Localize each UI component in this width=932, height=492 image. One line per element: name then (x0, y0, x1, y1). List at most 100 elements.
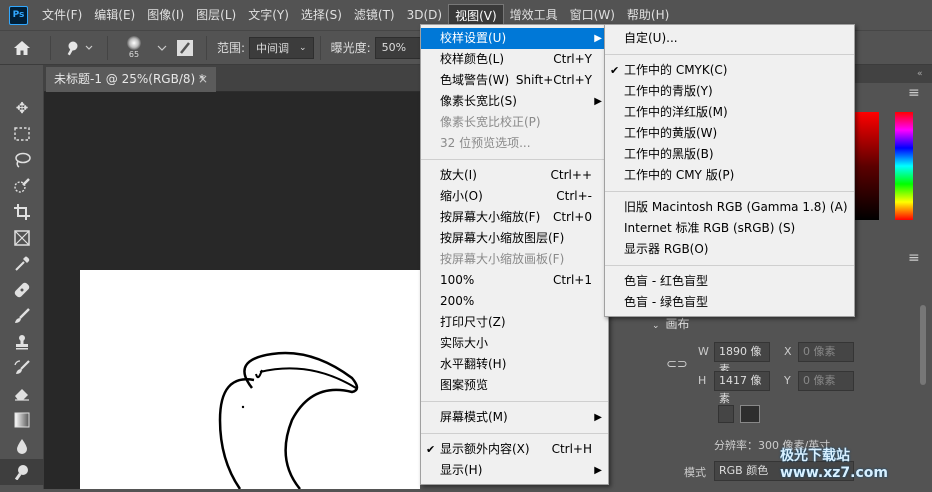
menu-select[interactable]: 选择(S) (295, 4, 348, 26)
panel-menu-icon[interactable]: ≡ (908, 85, 920, 101)
proof-submenu-item[interactable]: 工作中的 CMY 版(P) (605, 165, 854, 186)
proof-submenu-item-label: 工作中的洋红版(M) (624, 105, 728, 119)
view-menu-item: 按屏幕大小缩放画板(F) (421, 249, 608, 270)
brush-size-picker[interactable]: 65 (114, 36, 154, 60)
view-menu-item[interactable]: 放大(I) Ctrl++ (421, 165, 608, 186)
y-label: Y (784, 374, 791, 387)
chevron-down-icon: ⌄ (299, 42, 307, 53)
view-menu-item[interactable]: 像素长宽比(S) ▶ (421, 91, 608, 112)
quick-selection-tool-icon[interactable] (0, 173, 44, 199)
view-menu-item[interactable]: 屏幕模式(M) ▶ (421, 407, 608, 428)
proof-submenu-item-label: 自定(U)... (624, 31, 678, 45)
proof-submenu-item[interactable]: Internet 标准 RGB (sRGB) (S) (605, 218, 854, 239)
proof-submenu-item-label: 工作中的青版(Y) (624, 84, 713, 98)
hue-slider[interactable] (895, 112, 913, 220)
canvas-area[interactable] (44, 92, 420, 490)
frame-tool-icon[interactable] (0, 225, 44, 251)
portrait-orientation-icon[interactable] (718, 405, 734, 423)
eraser-tool-icon[interactable] (0, 381, 44, 407)
landscape-orientation-icon[interactable] (740, 405, 760, 423)
proof-submenu-item[interactable]: 色盲 - 红色盲型 (605, 271, 854, 292)
view-menu-item[interactable]: 显示(H) ▶ (421, 460, 608, 481)
eyedropper-tool-icon[interactable] (0, 251, 44, 277)
clone-stamp-tool-icon[interactable] (0, 329, 44, 355)
view-menu-item[interactable]: 缩小(O) Ctrl+- (421, 186, 608, 207)
view-menu-item-label: 100% (440, 273, 475, 287)
height-field[interactable]: 1417 像素 (714, 371, 770, 405)
chevron-down-icon[interactable]: ⌄ (652, 321, 660, 331)
panel-menu-icon-2[interactable]: ≡ (908, 250, 920, 266)
healing-brush-tool-icon[interactable] (0, 277, 44, 303)
proof-submenu-item[interactable]: 工作中的洋红版(M) (605, 102, 854, 123)
view-menu-item[interactable]: 100% Ctrl+1 (421, 270, 608, 291)
proof-submenu-item[interactable]: 工作中的青版(Y) (605, 81, 854, 102)
link-icon[interactable]: ⊂⊃ (666, 357, 688, 372)
view-menu-item[interactable]: 图案预览 (421, 375, 608, 396)
range-dropdown[interactable]: 中间调 ⌄ (249, 36, 314, 59)
view-menu-item[interactable]: 200% (421, 291, 608, 312)
menu-window[interactable]: 窗口(W) (564, 4, 621, 26)
menu-edit[interactable]: 编辑(E) (88, 4, 141, 26)
view-menu-item-label: 色域警告(W) (440, 73, 510, 87)
view-menu-item-label: 按屏幕大小缩放(F) (440, 210, 541, 224)
proof-submenu-item[interactable]: 显示器 RGB(O) (605, 239, 854, 260)
proof-submenu-item[interactable]: 工作中的黄版(W) (605, 123, 854, 144)
view-menu-item[interactable]: 按屏幕大小缩放(F) Ctrl+0 (421, 207, 608, 228)
view-menu-item[interactable]: 校样设置(U) ▶ (421, 28, 608, 49)
lasso-tool-icon[interactable] (0, 147, 44, 173)
dodge-tool-icon[interactable] (0, 459, 44, 485)
view-menu-item-label: 屏幕模式(M) (440, 410, 508, 424)
x-label: X (784, 345, 792, 358)
y-field[interactable]: 0 像素 (798, 371, 854, 391)
menu-type[interactable]: 文字(Y) (242, 4, 295, 26)
view-menu-item: 32 位预览选项... (421, 133, 608, 154)
menu-image[interactable]: 图像(I) (141, 4, 190, 26)
view-menu-item[interactable]: 按屏幕大小缩放图层(F) (421, 228, 608, 249)
document-tab-bar: 未标题-1 @ 25%(RGB/8) * × (44, 65, 420, 92)
chevron-down-icon[interactable] (154, 36, 170, 60)
crop-tool-icon[interactable] (0, 199, 44, 225)
view-menu-item[interactable]: 校样颜色(L) Ctrl+Y (421, 49, 608, 70)
menu-file[interactable]: 文件(F) (36, 4, 88, 26)
brush-tool-icon[interactable] (0, 303, 44, 329)
color-field[interactable] (855, 112, 879, 220)
gradient-tool-icon[interactable] (0, 407, 44, 433)
blur-tool-icon[interactable] (0, 433, 44, 459)
document-canvas[interactable] (80, 270, 420, 490)
view-menu-separator (421, 433, 608, 434)
x-field[interactable]: 0 像素 (798, 342, 854, 362)
close-icon[interactable]: × (198, 67, 208, 92)
menu-3d[interactable]: 3D(D) (401, 4, 448, 26)
home-icon[interactable] (0, 36, 44, 60)
proof-submenu-item[interactable]: 色盲 - 绿色盲型 (605, 292, 854, 313)
view-menu-item[interactable]: 打印尺寸(Z) (421, 312, 608, 333)
view-menu-item-shortcut: Ctrl+- (556, 189, 592, 203)
move-tool-icon[interactable]: ✥ (0, 95, 44, 121)
view-menu-item-label: 放大(I) (440, 168, 477, 182)
proof-submenu-item[interactable]: 工作中的黑版(B) (605, 144, 854, 165)
document-tab[interactable]: 未标题-1 @ 25%(RGB/8) * × (46, 67, 216, 92)
proof-submenu-item[interactable]: 旧版 Macintosh RGB (Gamma 1.8) (A) (605, 197, 854, 218)
view-menu-item[interactable]: 实际大小 (421, 333, 608, 354)
width-field[interactable]: 1890 像素 (714, 342, 770, 376)
panel-scrollbar[interactable] (920, 305, 926, 385)
menu-filter[interactable]: 滤镜(T) (348, 4, 401, 26)
menu-help[interactable]: 帮助(H) (621, 4, 675, 26)
exposure-input[interactable]: 50% (374, 36, 421, 59)
menu-plugins[interactable]: 增效工具 (504, 4, 564, 26)
dodge-tool-preset-icon[interactable] (57, 36, 101, 60)
menu-view[interactable]: 视图(V) (448, 4, 504, 26)
view-menu-item[interactable]: ✔ 显示额外内容(X) Ctrl+H (421, 439, 608, 460)
proof-submenu-item[interactable]: ✔ 工作中的 CMYK(C) (605, 60, 854, 81)
proof-submenu-item-label: 显示器 RGB(O) (624, 242, 709, 256)
proof-submenu-item[interactable]: 自定(U)... (605, 28, 854, 49)
panel-collapse-icon[interactable]: « (917, 69, 923, 79)
marquee-tool-icon[interactable] (0, 121, 44, 147)
view-menu-item[interactable]: 水平翻转(H) (421, 354, 608, 375)
tools-panel: ✥ (0, 65, 44, 489)
brush-panel-icon[interactable] (170, 36, 200, 60)
menu-layer[interactable]: 图层(L) (190, 4, 242, 26)
view-menu-item-shortcut: Ctrl+1 (552, 273, 592, 287)
view-menu-item[interactable]: 色域警告(W) Shift+Ctrl+Y (421, 70, 608, 91)
history-brush-tool-icon[interactable] (0, 355, 44, 381)
